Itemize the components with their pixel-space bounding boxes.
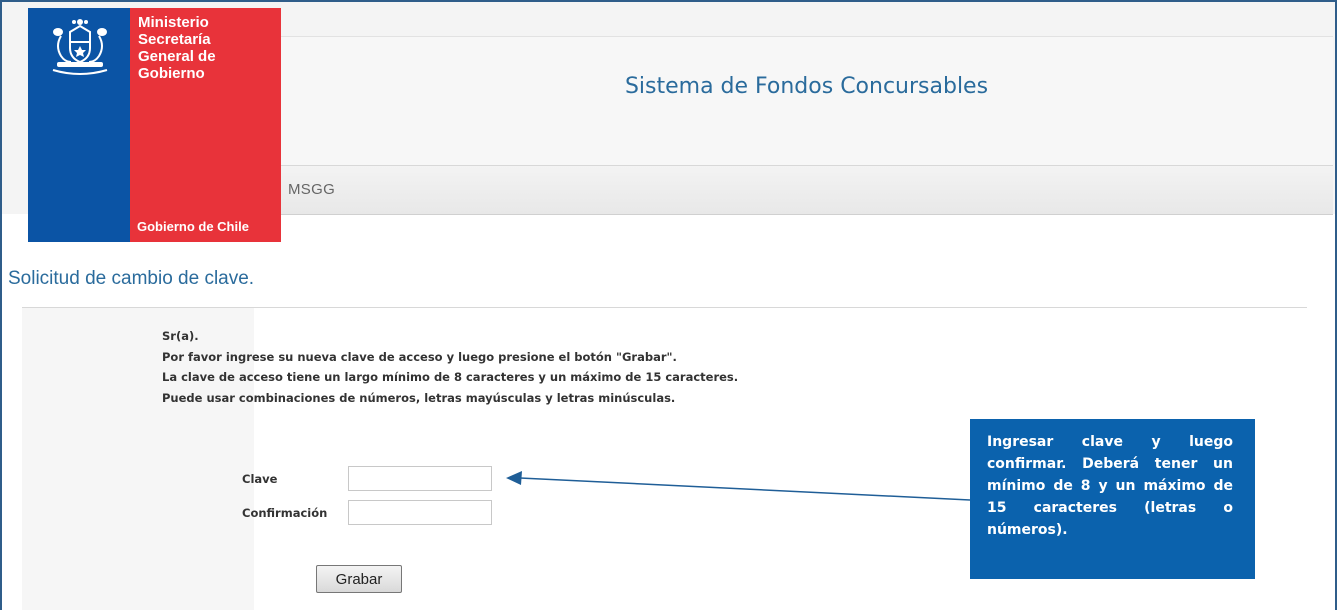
callout-box: Ingresar clave y luego confirmar. Deberá… [970, 419, 1255, 579]
